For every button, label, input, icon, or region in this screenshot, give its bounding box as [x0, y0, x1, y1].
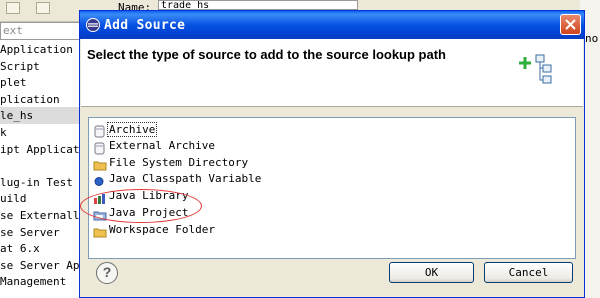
source-type-label: Java Library [109, 189, 189, 203]
launch-config-item[interactable]: uild [0, 190, 82, 207]
toolbar-button[interactable] [36, 2, 50, 14]
launch-config-item[interactable]: se Server App [0, 257, 86, 274]
jar-icon [93, 140, 107, 155]
source-type-label: Workspace Folder [109, 222, 215, 236]
help-button[interactable]: ? [96, 262, 118, 284]
launch-config-item[interactable]: lug-in Test [0, 174, 82, 191]
java-project-icon [93, 207, 107, 221]
launch-config-item[interactable] [0, 157, 82, 174]
launch-config-item[interactable]: ipt Applicatio [0, 141, 93, 158]
jar-icon [93, 123, 107, 138]
folder-icon [93, 157, 107, 171]
right-pane-text: nor [585, 32, 600, 45]
launch-config-item[interactable]: se Server [0, 224, 82, 241]
source-type-label: Archive [107, 122, 158, 137]
source-type-label: Java Classpath Variable [109, 172, 262, 186]
add-source-dialog: Add Source Select the type of source to … [79, 10, 585, 298]
name-field[interactable]: trade_hs [158, 0, 358, 10]
launch-config-item[interactable]: plication [0, 91, 82, 108]
source-type-label: External Archive [109, 138, 215, 152]
launch-config-item[interactable]: Script [0, 58, 82, 75]
launch-config-item[interactable]: plet [0, 74, 82, 91]
launch-config-tree: Application Script plet plication le_hs k ipt … [0, 41, 93, 298]
dialog-header: Select the type of source to add to the … [81, 39, 583, 107]
title-bar[interactable]: Add Source [80, 11, 584, 39]
ok-button[interactable]: OK [389, 262, 474, 283]
launch-config-item[interactable]: Application [0, 41, 82, 58]
launch-config-item[interactable]: at 6.x [0, 240, 82, 257]
close-button[interactable] [560, 14, 581, 35]
toolbar-button[interactable] [6, 2, 20, 14]
dialog-title: Add Source [104, 18, 186, 33]
eclipse-logo-icon [86, 18, 100, 32]
dialog-message: Select the type of source to add to the … [87, 47, 446, 62]
close-icon [565, 19, 576, 30]
blue-dot-icon [93, 173, 107, 187]
source-type-list[interactable]: Archive External Archive File System Direc… [88, 117, 576, 259]
folder-icon [93, 224, 107, 238]
source-type-label: File System Directory [109, 155, 249, 169]
launch-config-item[interactable]: Management [0, 273, 82, 290]
library-icon [93, 190, 107, 205]
launch-config-item[interactable]: le_hs [0, 107, 82, 125]
filter-input[interactable]: ext [0, 22, 82, 40]
launch-config-item[interactable]: se Externally [0, 207, 86, 224]
cancel-button[interactable]: Cancel [484, 262, 573, 283]
add-source-banner-icon [519, 54, 552, 84]
source-type-label: Java Project [109, 206, 189, 219]
launch-config-item[interactable]: k [0, 124, 82, 141]
